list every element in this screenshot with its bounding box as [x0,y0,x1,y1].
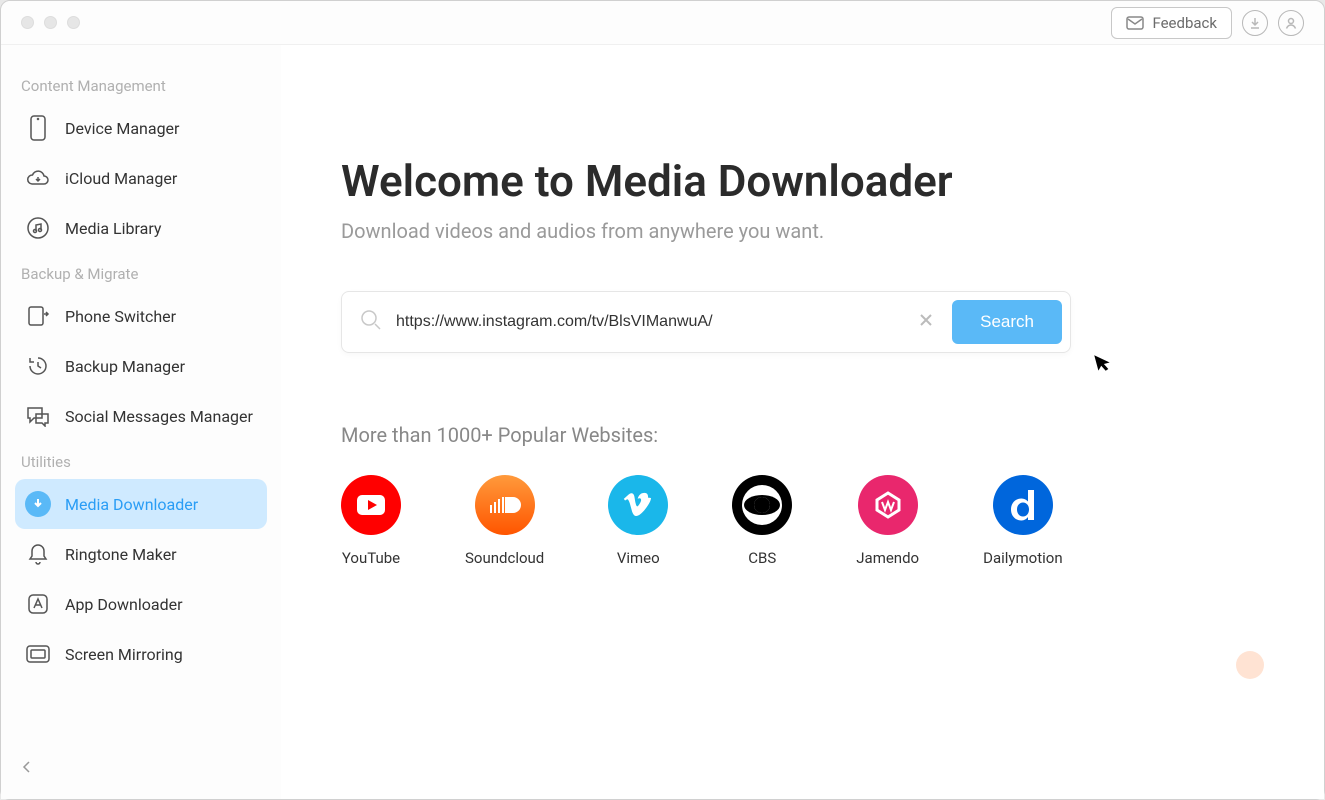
cloud-icon [25,165,51,191]
sidebar-item-media-downloader[interactable]: Media Downloader [15,479,267,529]
sidebar-item-label: Social Messages Manager [65,407,253,426]
mouse-cursor [1093,350,1115,378]
search-icon [360,309,382,335]
app-icon [25,591,51,617]
sidebar-item-label: Backup Manager [65,357,185,376]
app-window: Feedback Content Management Device Manag… [0,0,1325,800]
sidebar-item-app-downloader[interactable]: App Downloader [15,579,267,629]
sidebar-item-label: Ringtone Maker [65,545,177,564]
close-window-dot[interactable] [21,16,34,29]
sidebar-item-phone-switcher[interactable]: Phone Switcher [15,291,267,341]
switch-icon [25,303,51,329]
maximize-window-dot[interactable] [67,16,80,29]
download-icon [25,491,51,517]
history-icon [25,353,51,379]
dailymotion-icon [993,475,1053,535]
soundcloud-icon [475,475,535,535]
site-label: Vimeo [617,549,660,567]
feedback-button[interactable]: Feedback [1111,7,1232,39]
user-button[interactable] [1278,10,1304,36]
sidebar-item-screen-mirroring[interactable]: Screen Mirroring [15,629,267,679]
page-title: Welcome to Media Downloader [341,155,1284,207]
clear-input-button[interactable] [914,308,938,336]
vimeo-icon [608,475,668,535]
url-input[interactable] [396,313,900,331]
page-subtitle: Download videos and audios from anywhere… [341,219,1284,243]
cbs-icon [732,475,792,535]
minimize-window-dot[interactable] [44,16,57,29]
mirror-icon [25,641,51,667]
sidebar-item-label: Phone Switcher [65,307,176,326]
popular-sites-grid: YouTube Soundcloud Vimeo [341,475,1284,567]
close-icon [918,312,934,328]
site-label: Soundcloud [465,549,544,567]
section-label-backup: Backup & Migrate [21,265,261,283]
sidebar-collapse[interactable] [15,749,267,789]
user-icon [1284,16,1298,30]
site-label: Jamendo [856,549,919,567]
search-button[interactable]: Search [952,300,1062,344]
sidebar-item-label: App Downloader [65,595,183,614]
traffic-lights [21,16,80,29]
titlebar-right: Feedback [1111,7,1304,39]
site-label: YouTube [342,549,400,567]
main-panel: Welcome to Media Downloader Download vid… [281,45,1324,799]
mail-icon [1126,16,1144,30]
site-youtube[interactable]: YouTube [341,475,401,567]
sidebar-item-label: Media Downloader [65,495,198,514]
site-cbs[interactable]: CBS [732,475,792,567]
youtube-icon [341,475,401,535]
jamendo-icon [858,475,918,535]
music-icon [25,215,51,241]
site-jamendo[interactable]: Jamendo [856,475,919,567]
download-status-button[interactable] [1242,10,1268,36]
section-label-utilities: Utilities [21,453,261,471]
sidebar-item-label: Screen Mirroring [65,645,183,664]
download-icon [1248,16,1262,30]
sidebar: Content Management Device Manager iCloud… [1,45,281,799]
sidebar-item-social-messages[interactable]: Social Messages Manager [15,391,267,441]
decoration-dot [1236,651,1264,679]
sidebar-item-label: iCloud Manager [65,169,177,188]
search-bar: Search [341,291,1071,353]
site-vimeo[interactable]: Vimeo [608,475,668,567]
site-soundcloud[interactable]: Soundcloud [465,475,544,567]
sidebar-item-ringtone-maker[interactable]: Ringtone Maker [15,529,267,579]
titlebar: Feedback [1,1,1324,45]
chevron-left-icon [21,759,33,775]
site-dailymotion[interactable]: Dailymotion [983,475,1063,567]
sidebar-item-backup-manager[interactable]: Backup Manager [15,341,267,391]
section-label-content: Content Management [21,77,261,95]
sidebar-item-label: Device Manager [65,119,179,138]
sidebar-item-label: Media Library [65,219,161,238]
bell-icon [25,541,51,567]
device-icon [25,115,51,141]
chat-icon [25,403,51,429]
popular-sites-label: More than 1000+ Popular Websites: [341,423,1284,447]
sidebar-item-icloud-manager[interactable]: iCloud Manager [15,153,267,203]
feedback-label: Feedback [1152,14,1217,32]
site-label: CBS [748,549,776,567]
app-body: Content Management Device Manager iCloud… [1,45,1324,799]
sidebar-item-device-manager[interactable]: Device Manager [15,103,267,153]
sidebar-item-media-library[interactable]: Media Library [15,203,267,253]
site-label: Dailymotion [983,549,1063,567]
